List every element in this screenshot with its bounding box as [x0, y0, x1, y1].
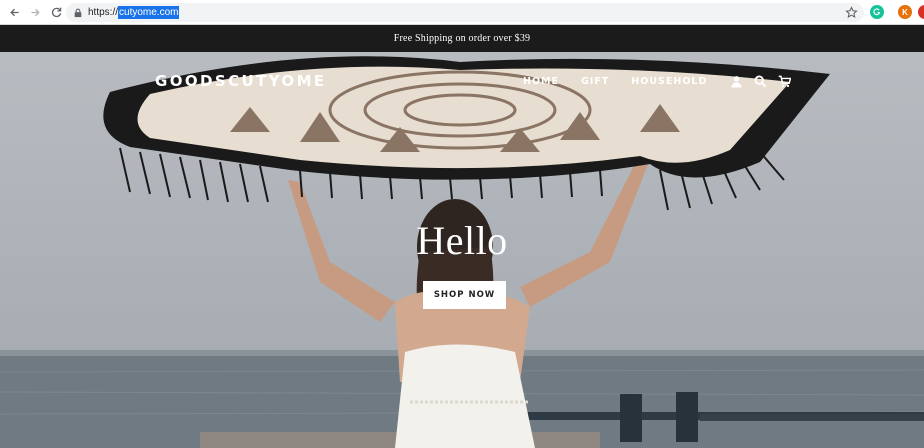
reload-button[interactable]	[47, 3, 65, 21]
main-navigation: HOME GIFT HOUSEHOLD	[523, 74, 801, 88]
account-icon[interactable]	[729, 74, 743, 88]
lock-icon	[72, 7, 84, 19]
hero-title: Hello	[416, 218, 508, 263]
extension-icon[interactable]	[918, 5, 924, 19]
profile-avatar-icon[interactable]: K	[898, 5, 912, 19]
profile-initial: K	[902, 7, 908, 17]
announcement-text: Free Shipping on order over $39	[393, 33, 531, 44]
forward-arrow-icon	[30, 8, 40, 16]
reload-icon	[51, 7, 61, 17]
hero-banner: GOODSCUTYOME HOME GIFT HOUSEHOLD Hello S…	[0, 52, 924, 448]
grammarly-extension-icon[interactable]	[870, 5, 884, 19]
forward-button[interactable]	[26, 3, 44, 21]
nav-item-household[interactable]: HOUSEHOLD	[631, 76, 707, 87]
search-icon[interactable]	[753, 74, 767, 88]
back-button[interactable]	[5, 3, 23, 21]
store-logo[interactable]: GOODSCUTYOME	[155, 72, 327, 90]
nav-item-gift[interactable]: GIFT	[581, 76, 609, 87]
nav-item-home[interactable]: HOME	[523, 76, 559, 87]
announcement-bar: Free Shipping on order over $39	[0, 25, 924, 52]
url-host: cutyome.com	[118, 6, 180, 19]
back-arrow-icon	[9, 8, 19, 16]
cart-icon[interactable]	[777, 74, 791, 88]
url-scheme: https://	[88, 7, 119, 18]
address-bar[interactable]: https:// cutyome.com	[66, 3, 864, 22]
browser-toolbar: https:// cutyome.com K	[0, 0, 924, 25]
shop-now-button[interactable]: SHOP NOW	[423, 281, 506, 309]
bookmark-star-icon[interactable]	[845, 6, 858, 19]
